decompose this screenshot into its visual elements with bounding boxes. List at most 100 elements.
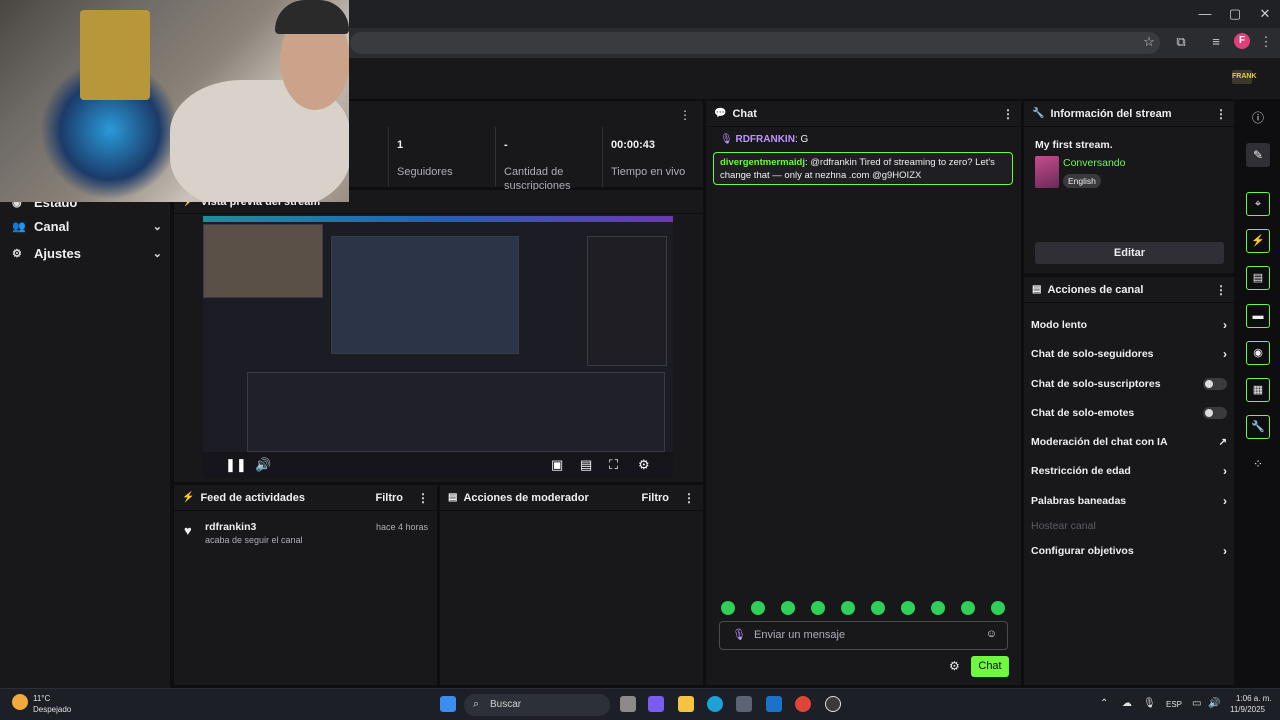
emote-icon[interactable] [901,601,915,615]
emote-icon[interactable] [841,601,855,615]
chat-settings-icon[interactable]: ⚙ [949,659,960,673]
emote-icon[interactable] [871,601,885,615]
stream-preview-video[interactable]: ❚❚ 🔊 ▣ ▤ ⛶ ⚙ [203,216,673,478]
tag-badge[interactable]: English [1063,174,1101,188]
volume-tray-icon[interactable]: 🔊 [1208,698,1220,709]
action-modo-lento[interactable]: Modo lento › [1031,316,1227,334]
chat-input[interactable]: 🎙 Enviar un mensaje ☺ [719,621,1008,650]
settings-icon[interactable]: ⚙ [638,457,650,473]
filter-button[interactable]: Filtro [376,492,404,504]
kebab-menu-icon[interactable]: ⋮ [679,108,691,122]
kebab-menu-icon[interactable]: ⋮ [1215,283,1227,297]
file-explorer-icon[interactable] [678,696,694,712]
volume-icon[interactable]: 🔊 [255,457,271,473]
person-cap [275,0,349,34]
address-bar[interactable] [350,32,1160,54]
emote-icon[interactable] [991,601,1005,615]
clock-date[interactable]: 11/9/2025 [1230,705,1265,714]
kebab-menu-icon[interactable]: ⋮ [417,491,429,505]
weather-moon-icon[interactable] [12,694,28,710]
action-configurar-objetivos[interactable]: Configurar objetivos › [1031,542,1227,560]
chrome-icon[interactable] [795,696,811,712]
chat-message: 🎙 RDFRANKIN: G [720,134,809,145]
edit-button[interactable]: Editar [1035,242,1224,264]
search-icon: ⌕ [473,698,480,710]
clip-icon[interactable]: ⌖ [1246,192,1270,216]
layout-icon[interactable]: ▦ [1246,378,1270,402]
task-view-icon[interactable] [620,696,636,712]
theatre-mode-icon[interactable]: ▤ [580,457,592,473]
pause-icon[interactable]: ❚❚ [225,457,247,473]
outlook-icon[interactable] [766,696,782,712]
maximize-button[interactable]: ▢ [1226,6,1244,22]
fullscreen-icon[interactable]: ⛶ [609,457,618,473]
action-moderacion-ia[interactable]: Moderación del chat con IA ↗ [1031,433,1227,451]
minimize-button[interactable]: — [1196,6,1214,21]
store-icon[interactable] [736,696,752,712]
chat-bubble-icon[interactable]: ▬ [1246,304,1270,328]
emote-icon[interactable] [781,601,795,615]
feed-item-user[interactable]: rdfrankin3 [205,520,256,534]
emote-icon[interactable] [811,601,825,615]
language-indicator[interactable]: ESP [1166,700,1182,709]
close-button[interactable]: ✕ [1256,6,1274,22]
mod-actions-panel: ▤ Acciones de moderador Filtro ⋮ [440,485,703,685]
action-palabras-baneadas[interactable]: Palabras baneadas › [1031,492,1227,510]
action-solo-seguidores[interactable]: Chat de solo-seguidores › [1031,345,1227,363]
tab-search-icon[interactable]: ⧉ [1172,34,1190,50]
sidebar-item-canal[interactable]: 👥 Canal ⌄ [12,215,162,237]
emote-icon[interactable] [961,601,975,615]
weather-desc[interactable]: Despejado [33,705,71,714]
clock-time[interactable]: 1:06 a. m. [1236,694,1272,703]
chevron-right-icon: › [1223,464,1227,478]
kebab-menu-icon[interactable]: ⋮ [1002,107,1014,121]
emote-icon[interactable] [931,601,945,615]
wrench-icon[interactable]: 🔧 [1246,415,1270,439]
sidebar-item-ajustes[interactable]: ⚙ Ajustes ⌄ [12,242,162,264]
webcam-overlay [0,0,349,202]
chat-message-user[interactable]: RDFRANKIN [735,134,794,145]
media-icon[interactable]: ≡ [1207,34,1225,49]
copilot-icon[interactable] [648,696,664,712]
network-icon[interactable]: ▭ [1192,698,1201,709]
info-icon[interactable]: ⓘ [1246,106,1270,130]
broadcast-icon[interactable]: ◉ [1246,341,1270,365]
filter-button[interactable]: Filtro [642,492,670,504]
user-avatar[interactable]: FRANK [1232,70,1257,84]
channel-actions-title: Acciones de canal [1047,283,1144,296]
category-link[interactable]: Conversando [1063,156,1125,170]
kebab-menu-icon[interactable]: ⋮ [1215,107,1227,121]
taskbar-search[interactable]: ⌕ Buscar [464,694,610,716]
feed-item-time: hace 4 horas [376,522,429,532]
mic-tray-icon[interactable]: 🎙 [1143,698,1156,709]
pencil-icon[interactable]: ✎ [1246,143,1270,167]
tray-chevron-icon[interactable]: ⌃ [1100,698,1108,709]
obs-icon[interactable] [825,696,841,712]
feed-item-text: acaba de seguir el canal [205,535,303,545]
chevron-down-icon: ⌄ [152,247,162,260]
emote-icon[interactable] [751,601,765,615]
windows-start-icon[interactable] [440,696,456,712]
star-icon[interactable]: ☆ [1140,34,1158,50]
menu-icon[interactable]: ⋮ [1257,34,1275,50]
edge-icon[interactable] [707,696,723,712]
toggle-switch[interactable] [1203,407,1227,419]
chat-send-button[interactable]: Chat [971,656,1009,677]
kebab-menu-icon[interactable]: ⋮ [683,491,695,505]
picture-in-picture-icon[interactable]: ▣ [551,457,563,473]
document-icon[interactable]: ▤ [1246,266,1270,290]
emote-icon[interactable] [721,601,735,615]
chat-message-user[interactable]: divergentmermaidj [720,157,805,168]
stat-value: 1 [397,139,404,151]
profile-avatar[interactable]: F [1234,33,1250,49]
action-restriccion-edad[interactable]: Restricción de edad › [1031,462,1227,480]
chevron-right-icon: › [1223,347,1227,361]
mic-icon[interactable]: 🎙 [732,628,746,641]
toggle-switch[interactable] [1203,378,1227,390]
add-action-icon[interactable]: ⁘ [1246,452,1270,476]
lightning-icon[interactable]: ⚡ [1246,229,1270,253]
search-placeholder: Buscar [490,699,522,710]
cloud-icon[interactable]: ☁ [1122,698,1132,709]
weather-temp[interactable]: 11°C [33,694,50,703]
emoji-icon[interactable]: ☺ [986,628,997,640]
